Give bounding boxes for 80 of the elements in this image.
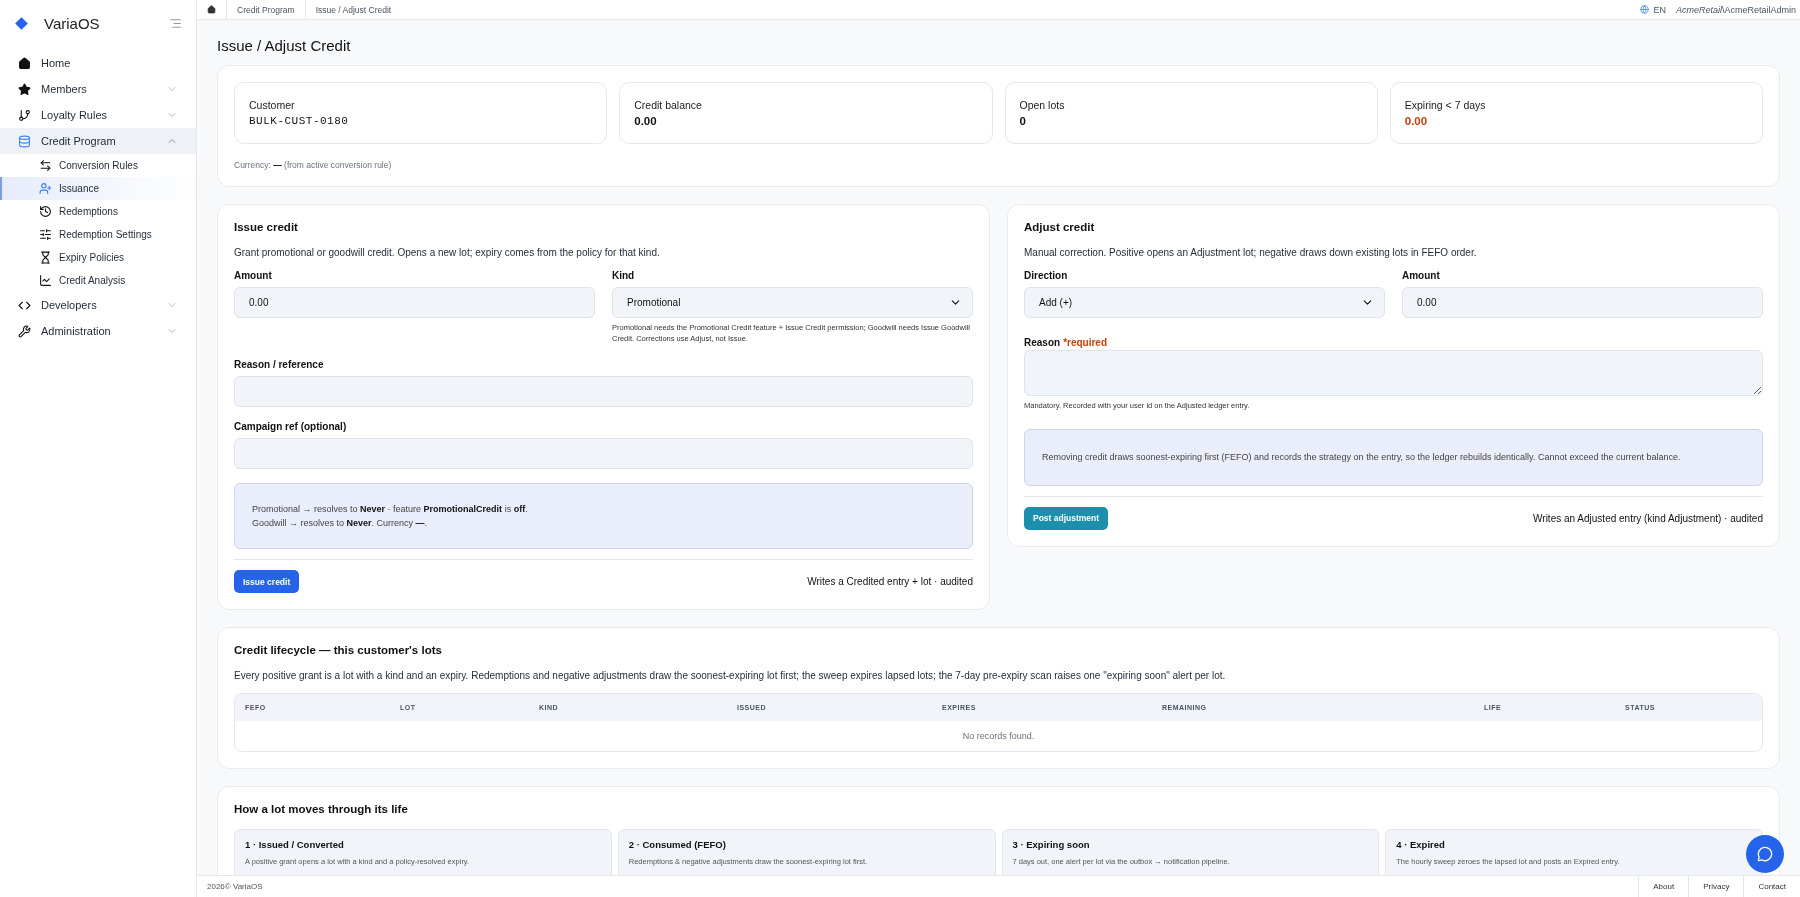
card-label: Expiring < 7 days — [1404, 99, 1487, 111]
panel-title: Credit lifecycle — this customer's lots — [234, 644, 443, 657]
panel-description: Grant promotional or goodwill credit. Opens a new lot; expiry comes from the policy for that kind. — [234, 247, 661, 258]
card-label: Credit balance — [634, 99, 703, 111]
reason-input[interactable] — [234, 375, 973, 407]
nav-item[interactable]: Developers — [0, 292, 196, 318]
stage-title: 2 · Consumed (FEFO) — [628, 839, 727, 851]
panel-title: How a lot moves through its life — [234, 803, 409, 816]
copyright: 2026© VariaOS — [207, 882, 264, 891]
campaign-input[interactable] — [234, 437, 973, 469]
stage-title: 3 · Expiring soon — [1012, 839, 1091, 851]
field-label: Amount — [234, 270, 273, 281]
nav-subitem[interactable]: Redemption Settings — [0, 223, 196, 246]
field-label: Campaign ref (optional) — [234, 420, 348, 432]
home-icon[interactable] — [207, 5, 216, 14]
sliders-icon — [39, 228, 52, 241]
currency-note: Currency: — (from active conversion rule) — [234, 160, 392, 170]
kind-select[interactable]: Promotional — [612, 287, 973, 318]
info-text: Promotional → resolves to Never · feature PromotionalCredit is off. — [252, 503, 528, 514]
star-icon — [18, 82, 31, 96]
stage-title: 1 · Issued / Converted — [245, 839, 345, 851]
nav-item[interactable]: Credit Program — [0, 128, 196, 154]
card-value: BULK-CUST-0180 — [249, 115, 350, 127]
user-name[interactable]: \AcmeRetailAdmin — [1721, 4, 1796, 15]
page-title: Issue / Adjust Credit — [217, 37, 352, 54]
issue-credit-button[interactable]: Issue credit — [234, 570, 300, 594]
stage-title: 4 · Expired — [1396, 839, 1446, 851]
footer-link[interactable]: Contact — [1743, 876, 1800, 897]
direction-select[interactable]: Add (+) — [1024, 287, 1385, 318]
user-plus-icon — [39, 182, 52, 195]
field-label: Reason — [1024, 337, 1061, 348]
footer-link[interactable]: About — [1638, 876, 1689, 897]
info-text: Removing credit draws soonest-expiring first (FEFO) and records the strategy on the entry, so the ledger rebuilds identically. Cannot exceed the current balance. — [1042, 452, 1681, 463]
field-label: Direction — [1024, 270, 1069, 281]
chat-icon — [1757, 846, 1773, 862]
card-value: 0.00 — [634, 115, 658, 127]
amount-input[interactable]: 0.00 — [1402, 287, 1763, 318]
swap-icon — [39, 159, 52, 172]
line-chart-icon — [39, 274, 52, 287]
logo-icon — [15, 16, 28, 30]
nav-subitem[interactable]: Conversion Rules — [0, 154, 196, 177]
breadcrumb-item[interactable]: Credit Program — [226, 0, 305, 19]
tenant-name: AcmeRetail — [1675, 4, 1722, 15]
nav-subitem[interactable]: Expiry Policies — [0, 246, 196, 269]
panel-title: Issue credit — [234, 221, 299, 233]
hourglass-icon — [39, 251, 52, 264]
amount-input[interactable]: 0.00 — [234, 287, 595, 318]
field-label: Reason / reference — [234, 358, 325, 370]
card-value: 0 — [1019, 115, 1027, 127]
footer-link[interactable]: Privacy — [1688, 876, 1744, 897]
panel-description: Every positive grant is a lot with a kind and an expiry. Redemptions and negative adjustments draw the soonest-expiring lot first; the sweep expires lapsed lots; the 7-day pre-expiry scan raises one "expiring soon" alert per lot. — [234, 670, 1227, 682]
globe-icon — [1640, 5, 1650, 14]
empty-message: No records found. — [961, 730, 1036, 744]
nav-subitem[interactable]: Redemptions — [0, 200, 196, 223]
panel-title: Adjust credit — [1024, 221, 1096, 233]
nav-item[interactable]: Loyalty Rules — [0, 102, 196, 128]
card-label: Open lots — [1019, 99, 1066, 111]
card-label: Customer — [249, 99, 296, 111]
stack-icon — [18, 134, 31, 148]
language-selector[interactable]: EN — [1653, 4, 1666, 15]
post-adjustment-button[interactable]: Post adjustment — [1024, 506, 1109, 530]
history-icon — [39, 205, 52, 218]
nav-item[interactable]: Home — [0, 50, 196, 76]
field-label: Kind — [612, 270, 636, 281]
nav-item[interactable]: Members — [0, 76, 196, 102]
home-icon — [18, 56, 31, 70]
info-text: Goodwill → resolves to Never. Currency —. — [252, 517, 428, 528]
audit-note: Writes an Adjusted entry (kind Adjustment) · audited — [1533, 512, 1763, 524]
field-label: Amount — [1402, 270, 1441, 281]
panel-description: Manual correction. Positive opens an Adjustment lot; negative draws down existing lots in FEFO order. — [1024, 247, 1478, 258]
nav-subitem[interactable]: Credit Analysis — [0, 269, 196, 292]
branch-icon — [18, 108, 31, 122]
required-mark: *required — [1063, 337, 1108, 348]
breadcrumb-item[interactable]: Issue / Adjust Credit — [304, 0, 402, 19]
wrench-icon — [18, 324, 31, 338]
nav-item[interactable]: Administration — [0, 318, 196, 344]
brand-name: VariaOS — [44, 14, 101, 32]
card-value: 0.00 — [1404, 115, 1429, 127]
menu-icon[interactable] — [169, 16, 182, 30]
audit-note: Writes a Credited entry + lot · audited — [807, 576, 973, 588]
